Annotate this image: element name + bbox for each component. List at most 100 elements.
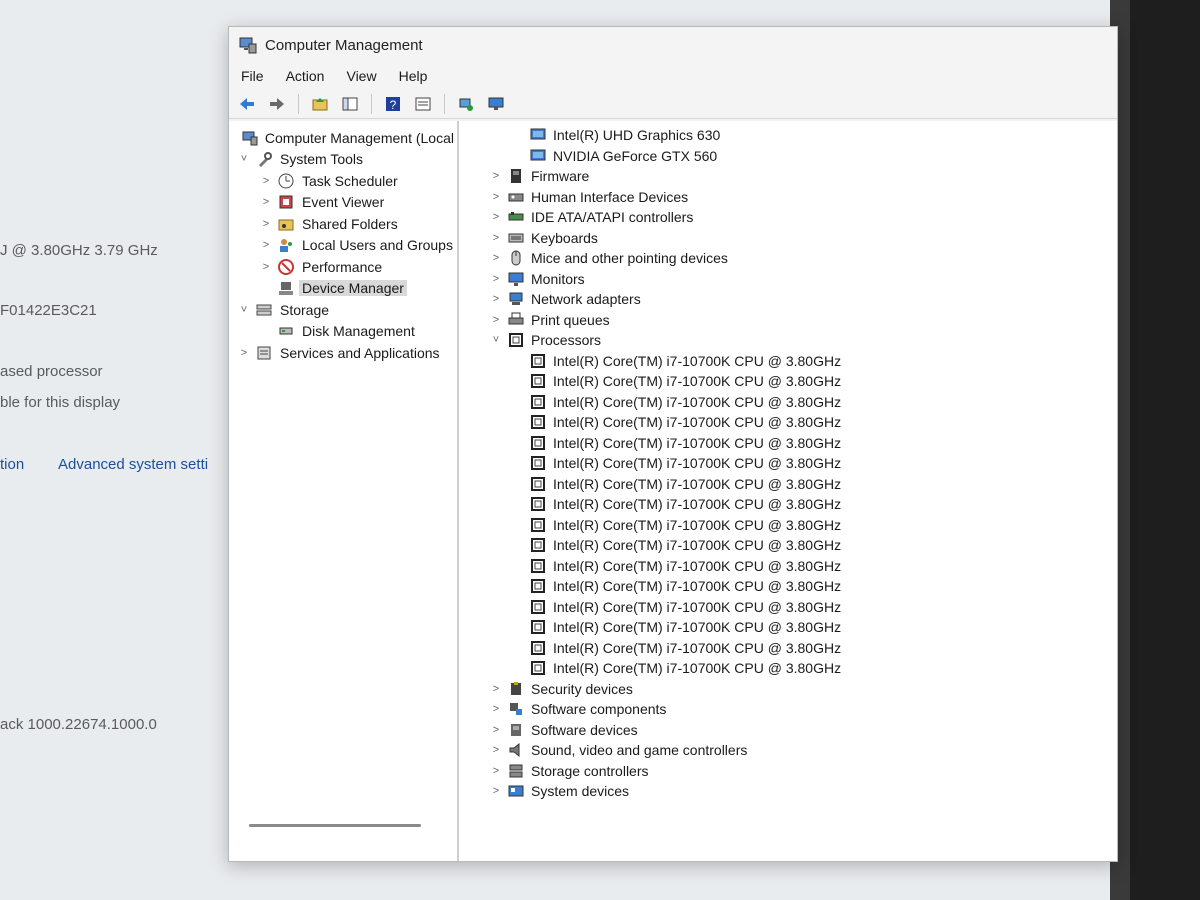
disk-management-icon: [277, 322, 295, 340]
console-tree-pane: Computer Management (Local ˅ System Tools >…: [229, 121, 459, 861]
tree-item-intel-r-core-tm-i7-10700k-cpu-3-80ghz[interactable]: Intel(R) Core(TM) i7-10700K CPU @ 3.80GH…: [459, 617, 1117, 638]
tree-item-services-and-applications[interactable]: > Services and Applications: [229, 342, 457, 364]
tree-item-computer-management-local[interactable]: Computer Management (Local: [229, 127, 457, 149]
tree-item-intel-r-core-tm-i7-10700k-cpu-3-80ghz[interactable]: Intel(R) Core(TM) i7-10700K CPU @ 3.80GH…: [459, 351, 1117, 372]
tree-item-monitors[interactable]: > Monitors: [459, 269, 1117, 290]
chevron-right-icon[interactable]: >: [259, 218, 273, 230]
properties-icon[interactable]: [411, 93, 435, 115]
back-arrow-icon[interactable]: [235, 93, 259, 115]
tree-item-nvidia-geforce-gtx-560[interactable]: NVIDIA GeForce GTX 560: [459, 146, 1117, 167]
tree-item-intel-r-core-tm-i7-10700k-cpu-3-80ghz[interactable]: Intel(R) Core(TM) i7-10700K CPU @ 3.80GH…: [459, 392, 1117, 413]
menu-file[interactable]: File: [241, 68, 264, 84]
tree-item-ide-ata-atapi-controllers[interactable]: > IDE ATA/ATAPI controllers: [459, 207, 1117, 228]
tree-item-intel-r-uhd-graphics-630[interactable]: Intel(R) UHD Graphics 630: [459, 125, 1117, 146]
tree-item-intel-r-core-tm-i7-10700k-cpu-3-80ghz[interactable]: Intel(R) Core(TM) i7-10700K CPU @ 3.80GH…: [459, 453, 1117, 474]
tree-item-shared-folders[interactable]: > Shared Folders: [229, 213, 457, 235]
tree-item-intel-r-core-tm-i7-10700k-cpu-3-80ghz[interactable]: Intel(R) Core(TM) i7-10700K CPU @ 3.80GH…: [459, 535, 1117, 556]
chevron-right-icon[interactable]: >: [489, 744, 503, 756]
ide-controller-icon: [507, 208, 525, 226]
forward-arrow-icon[interactable]: [265, 93, 289, 115]
chevron-right-icon[interactable]: >: [489, 314, 503, 326]
tree-item-human-interface-devices[interactable]: > Human Interface Devices: [459, 187, 1117, 208]
related-link-protection[interactable]: tion: [0, 456, 24, 473]
tree-item-intel-r-core-tm-i7-10700k-cpu-3-80ghz[interactable]: Intel(R) Core(TM) i7-10700K CPU @ 3.80GH…: [459, 576, 1117, 597]
chevron-right-icon[interactable]: >: [237, 347, 251, 359]
tree-item-network-adapters[interactable]: > Network adapters: [459, 289, 1117, 310]
scan-hardware-icon[interactable]: [454, 93, 478, 115]
chevron-right-icon[interactable]: >: [489, 703, 503, 715]
tree-item-mice-and-other-pointing-devices[interactable]: > Mice and other pointing devices: [459, 248, 1117, 269]
keyboard-icon: [507, 229, 525, 247]
chevron-down-icon[interactable]: ˅: [237, 304, 251, 316]
services-icon: [255, 344, 273, 362]
tree-item-sound-video-and-game-controllers[interactable]: > Sound, video and game controllers: [459, 740, 1117, 761]
chevron-right-icon[interactable]: >: [489, 724, 503, 736]
advanced-system-settings-link[interactable]: Advanced system setti: [58, 456, 208, 473]
chevron-right-icon[interactable]: >: [259, 239, 273, 251]
chevron-right-icon[interactable]: >: [489, 765, 503, 777]
show-hide-tree-icon[interactable]: [338, 93, 362, 115]
processor-icon: [529, 495, 547, 513]
tree-item-intel-r-core-tm-i7-10700k-cpu-3-80ghz[interactable]: Intel(R) Core(TM) i7-10700K CPU @ 3.80GH…: [459, 494, 1117, 515]
monitor-icon[interactable]: [484, 93, 508, 115]
tree-item-label: Intel(R) Core(TM) i7-10700K CPU @ 3.80GH…: [553, 352, 842, 369]
chevron-right-icon[interactable]: >: [489, 191, 503, 203]
tree-item-intel-r-core-tm-i7-10700k-cpu-3-80ghz[interactable]: Intel(R) Core(TM) i7-10700K CPU @ 3.80GH…: [459, 658, 1117, 679]
title-bar[interactable]: Computer Management: [229, 27, 1117, 63]
tree-item-label: Intel(R) Core(TM) i7-10700K CPU @ 3.80GH…: [553, 373, 842, 390]
processor-icon: [529, 639, 547, 657]
tree-item-security-devices[interactable]: > Security devices: [459, 679, 1117, 700]
tree-item-intel-r-core-tm-i7-10700k-cpu-3-80ghz[interactable]: Intel(R) Core(TM) i7-10700K CPU @ 3.80GH…: [459, 515, 1117, 536]
menu-action[interactable]: Action: [286, 68, 325, 84]
tree-item-firmware[interactable]: > Firmware: [459, 166, 1117, 187]
chevron-right-icon[interactable]: >: [489, 252, 503, 264]
tree-item-intel-r-core-tm-i7-10700k-cpu-3-80ghz[interactable]: Intel(R) Core(TM) i7-10700K CPU @ 3.80GH…: [459, 597, 1117, 618]
chevron-right-icon[interactable]: >: [489, 273, 503, 285]
menu-view[interactable]: View: [346, 68, 376, 84]
chevron-right-icon[interactable]: >: [489, 211, 503, 223]
chevron-right-icon[interactable]: >: [489, 785, 503, 797]
tree-item-label: Sound, video and game controllers: [531, 742, 748, 759]
tree-item-storage-controllers[interactable]: > Storage controllers: [459, 761, 1117, 782]
menu-help[interactable]: Help: [399, 68, 428, 84]
chevron-right-icon[interactable]: >: [489, 683, 503, 695]
chevron-right-icon[interactable]: >: [489, 293, 503, 305]
tree-item-intel-r-core-tm-i7-10700k-cpu-3-80ghz[interactable]: Intel(R) Core(TM) i7-10700K CPU @ 3.80GH…: [459, 371, 1117, 392]
tree-item-intel-r-core-tm-i7-10700k-cpu-3-80ghz[interactable]: Intel(R) Core(TM) i7-10700K CPU @ 3.80GH…: [459, 412, 1117, 433]
horizontal-scrollbar[interactable]: [249, 824, 421, 827]
tree-item-label: Intel(R) Core(TM) i7-10700K CPU @ 3.80GH…: [553, 537, 842, 554]
tree-item-task-scheduler[interactable]: > Task Scheduler: [229, 170, 457, 192]
device-manager-icon: [277, 279, 295, 297]
tree-item-performance[interactable]: > Performance: [229, 256, 457, 278]
chevron-right-icon[interactable]: >: [489, 170, 503, 182]
tree-item-local-users-and-groups[interactable]: > Local Users and Groups: [229, 235, 457, 257]
tree-item-keyboards[interactable]: > Keyboards: [459, 228, 1117, 249]
tree-item-print-queues[interactable]: > Print queues: [459, 310, 1117, 331]
tree-item-intel-r-core-tm-i7-10700k-cpu-3-80ghz[interactable]: Intel(R) Core(TM) i7-10700K CPU @ 3.80GH…: [459, 638, 1117, 659]
tree-item-storage[interactable]: ˅ Storage: [229, 299, 457, 321]
chevron-right-icon[interactable]: >: [259, 175, 273, 187]
chevron-down-icon[interactable]: ˅: [237, 153, 251, 165]
printer-icon: [507, 311, 525, 329]
tree-item-intel-r-core-tm-i7-10700k-cpu-3-80ghz[interactable]: Intel(R) Core(TM) i7-10700K CPU @ 3.80GH…: [459, 474, 1117, 495]
tree-item-system-devices[interactable]: > System devices: [459, 781, 1117, 802]
tree-item-software-devices[interactable]: > Software devices: [459, 720, 1117, 741]
tree-item-label: Storage: [280, 301, 330, 318]
tree-item-intel-r-core-tm-i7-10700k-cpu-3-80ghz[interactable]: Intel(R) Core(TM) i7-10700K CPU @ 3.80GH…: [459, 433, 1117, 454]
tree-item-intel-r-core-tm-i7-10700k-cpu-3-80ghz[interactable]: Intel(R) Core(TM) i7-10700K CPU @ 3.80GH…: [459, 556, 1117, 577]
tree-item-processors[interactable]: ˅ Processors: [459, 330, 1117, 351]
tree-item-label: Intel(R) Core(TM) i7-10700K CPU @ 3.80GH…: [553, 455, 842, 472]
up-folder-icon[interactable]: [308, 93, 332, 115]
tree-item-system-tools[interactable]: ˅ System Tools: [229, 149, 457, 171]
tree-item-label: Intel(R) Core(TM) i7-10700K CPU @ 3.80GH…: [553, 578, 842, 595]
tree-item-disk-management[interactable]: Disk Management: [229, 321, 457, 343]
tree-item-software-components[interactable]: > Software components: [459, 699, 1117, 720]
chevron-right-icon[interactable]: >: [259, 261, 273, 273]
chevron-right-icon[interactable]: >: [259, 196, 273, 208]
chevron-right-icon[interactable]: >: [489, 232, 503, 244]
processor-icon: [529, 372, 547, 390]
help-icon[interactable]: ?: [381, 93, 405, 115]
tree-item-device-manager[interactable]: Device Manager: [229, 278, 457, 300]
chevron-down-icon[interactable]: ˅: [489, 334, 503, 346]
tree-item-event-viewer[interactable]: > Event Viewer: [229, 192, 457, 214]
